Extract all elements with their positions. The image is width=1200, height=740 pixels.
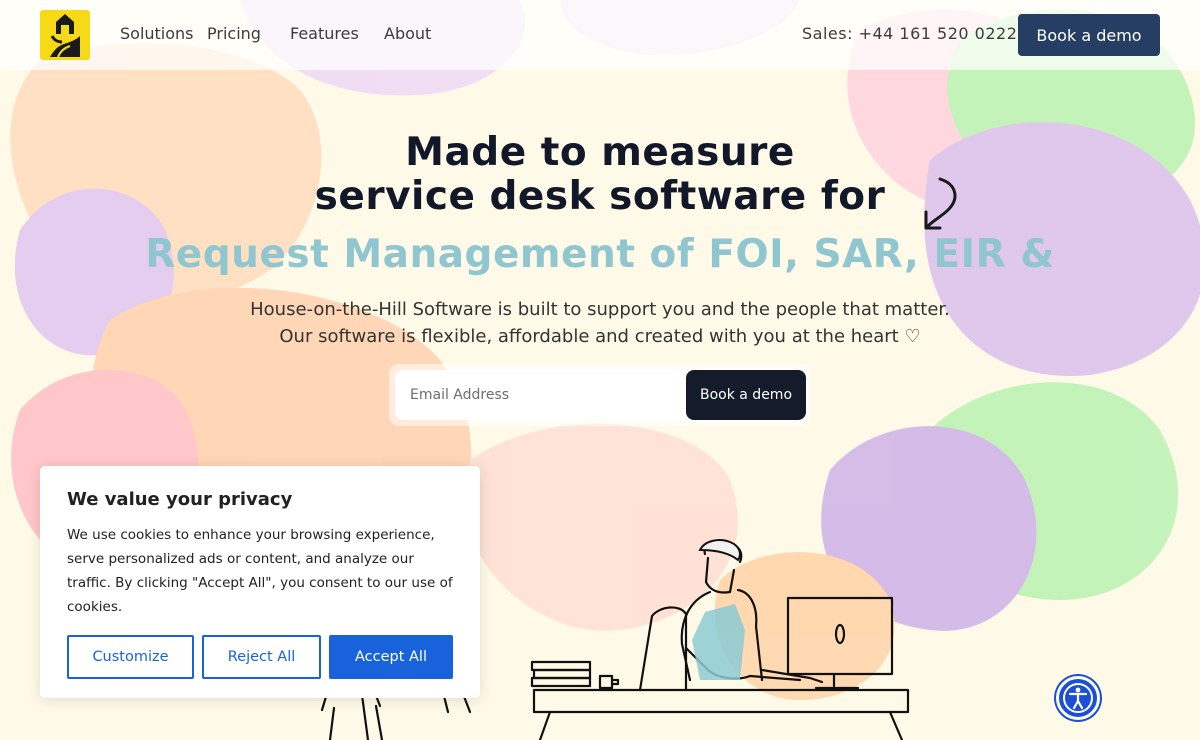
email-field[interactable] (395, 370, 689, 420)
nav-features[interactable]: Features (290, 24, 359, 43)
header-book-demo-button[interactable]: Book a demo (1018, 14, 1160, 56)
cookie-title: We value your privacy (67, 489, 293, 510)
accept-all-button[interactable]: Accept All (329, 635, 453, 679)
hero-title-line2: service desk software for (314, 174, 886, 219)
customize-button[interactable]: Customize (67, 635, 194, 679)
nav-solutions[interactable]: Solutions (120, 24, 194, 43)
accessibility-icon (1063, 683, 1093, 713)
nav-pricing[interactable]: Pricing (207, 24, 261, 43)
reject-all-button[interactable]: Reject All (202, 635, 321, 679)
sales-phone[interactable]: Sales: +44 161 520 0222 (802, 24, 1017, 43)
house-on-hill-logo-icon (50, 14, 80, 58)
form-book-demo-button[interactable]: Book a demo (686, 370, 806, 420)
cookie-consent-banner: We value your privacy We use cookies to … (40, 466, 480, 698)
demo-form: Book a demo (389, 364, 811, 426)
logo[interactable] (40, 10, 90, 60)
hero-subtitle-line2: Our software is flexible, affordable and… (279, 326, 921, 347)
site-header: Solutions Pricing Features About Sales: … (0, 0, 1200, 70)
cookie-description: We use cookies to enhance your browsing … (67, 527, 453, 615)
hero-title-line1: Made to measure (405, 130, 795, 175)
hero-subtitle-line1: House-on-the-Hill Software is built to s… (250, 299, 950, 320)
nav-about[interactable]: About (384, 24, 431, 43)
rotating-headline: Request Management of FOI, SAR, EIR & (145, 232, 1055, 277)
curved-arrow-icon (924, 177, 957, 230)
accessibility-button[interactable] (1056, 676, 1100, 720)
